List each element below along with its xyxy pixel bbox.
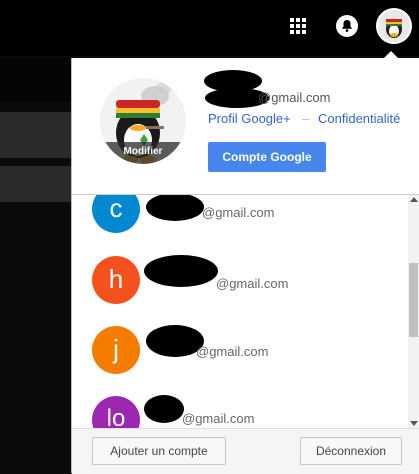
account-email: @gmail.com bbox=[196, 344, 269, 359]
redacted-email bbox=[146, 195, 204, 221]
account-initial-avatar: j bbox=[92, 326, 140, 374]
scrollbar-thumb[interactable] bbox=[409, 263, 418, 337]
profile-photo[interactable]: Modifier bbox=[100, 78, 186, 164]
account-row[interactable]: c @gmail.com bbox=[72, 195, 408, 246]
popup-footer: Ajouter un compte Déconnexion bbox=[72, 428, 419, 474]
bell-icon[interactable] bbox=[335, 14, 359, 38]
background-panel bbox=[0, 58, 72, 102]
account-row[interactable]: h @gmail.com bbox=[72, 245, 408, 316]
redacted-email bbox=[144, 395, 184, 423]
google-account-button[interactable]: Compte Google bbox=[208, 142, 326, 172]
link-separator: – bbox=[302, 111, 310, 126]
account-list-scrollbar[interactable] bbox=[408, 195, 419, 428]
penguin-avatar-icon bbox=[378, 10, 410, 42]
account-email: @gmail.com bbox=[202, 205, 275, 220]
account-email: @gmail.com bbox=[258, 90, 331, 105]
redacted-email bbox=[144, 255, 218, 287]
current-account-header: Modifier @gmail.com Profil Google+ – Con… bbox=[72, 58, 419, 195]
scroll-down-arrow-icon[interactable] bbox=[410, 421, 418, 426]
sign-out-button[interactable]: Déconnexion bbox=[300, 437, 402, 465]
account-avatar-button[interactable] bbox=[376, 8, 412, 44]
account-list: c @gmail.com h @gmail.com j @gmail.com l… bbox=[72, 195, 408, 428]
top-bar bbox=[0, 0, 419, 56]
account-row[interactable]: lo @gmail.com bbox=[72, 385, 408, 428]
scroll-up-arrow-icon[interactable] bbox=[410, 197, 418, 202]
account-row[interactable]: j @gmail.com bbox=[72, 315, 408, 386]
add-account-button[interactable]: Ajouter un compte bbox=[92, 437, 226, 465]
account-initial-avatar: h bbox=[92, 256, 140, 304]
account-email: @gmail.com bbox=[182, 411, 255, 426]
background-panel bbox=[0, 166, 72, 202]
apps-grid-icon[interactable] bbox=[290, 18, 306, 34]
account-initial-avatar: c bbox=[92, 195, 140, 233]
account-switcher-popup: Modifier @gmail.com Profil Google+ – Con… bbox=[71, 58, 419, 474]
account-email: @gmail.com bbox=[216, 276, 289, 291]
google-plus-profile-link[interactable]: Profil Google+ bbox=[208, 111, 291, 126]
modify-photo-label[interactable]: Modifier bbox=[100, 142, 186, 164]
privacy-link[interactable]: Confidentialité bbox=[318, 111, 400, 126]
background-panel bbox=[0, 112, 72, 158]
account-initial-avatar: lo bbox=[92, 396, 140, 428]
